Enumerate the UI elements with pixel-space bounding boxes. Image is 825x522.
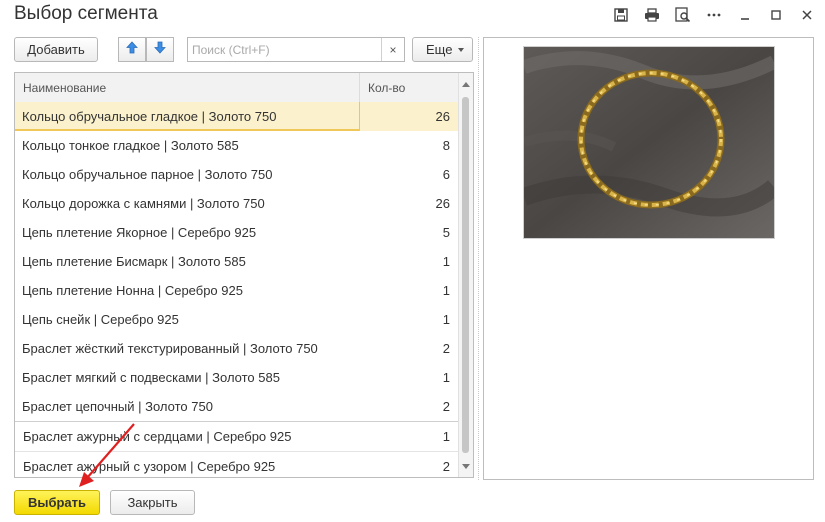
- search-input[interactable]: [190, 38, 381, 61]
- row-name: Цепь снейк | Серебро 925: [22, 312, 179, 327]
- more-menu-button[interactable]: Еще: [412, 37, 473, 62]
- minimize-icon[interactable]: [737, 7, 753, 23]
- column-header-name[interactable]: Наименование: [15, 73, 360, 102]
- more-menu-label: Еще: [426, 42, 453, 57]
- preview-panel: [483, 37, 814, 480]
- clear-search-button[interactable]: ×: [381, 38, 404, 61]
- table-row[interactable]: Кольцо дорожка с камнями | Золото 750 26: [15, 189, 460, 218]
- row-qty: 2: [442, 459, 450, 474]
- table-body: Кольцо обручальное гладкое | Золото 750 2…: [15, 102, 460, 477]
- table-row[interactable]: Браслет ажурный с сердцами | Серебро 925…: [15, 421, 460, 451]
- row-qty: 1: [442, 312, 450, 327]
- table-row[interactable]: Цепь плетение Якорное | Серебро 925 5: [15, 218, 460, 247]
- window-title: Выбор сегмента: [14, 3, 158, 24]
- row-name: Браслет жёсткий текстурированный | Золот…: [22, 341, 318, 356]
- splitter[interactable]: [478, 37, 479, 480]
- table-row[interactable]: Кольцо тонкое гладкое | Золото 585 8: [15, 131, 460, 160]
- table-row[interactable]: Кольцо обручальное парное | Золото 750 6: [15, 160, 460, 189]
- add-button[interactable]: Добавить: [14, 37, 98, 62]
- row-name: Браслет ажурный с сердцами | Серебро 925: [23, 429, 292, 444]
- row-name: Цепь плетение Нонна | Серебро 925: [22, 283, 243, 298]
- row-qty: 2: [442, 341, 450, 356]
- row-name: Кольцо дорожка с камнями | Золото 750: [22, 196, 265, 211]
- table-row[interactable]: Цепь плетение Бисмарк | Золото 585 1: [15, 247, 460, 276]
- row-name: Кольцо обручальное парное | Золото 750: [22, 167, 273, 182]
- row-qty: 2: [442, 399, 450, 414]
- table-header: Наименование Кол-во: [15, 73, 460, 103]
- table-row[interactable]: Браслет ажурный с узором | Серебро 925 2: [15, 451, 460, 477]
- maximize-icon[interactable]: [768, 7, 784, 23]
- row-qty: 1: [442, 429, 450, 444]
- row-qty: 6: [442, 167, 450, 182]
- row-qty: 26: [435, 109, 450, 124]
- table-row[interactable]: Браслет жёсткий текстурированный | Золот…: [15, 334, 460, 363]
- row-name: Цепь плетение Якорное | Серебро 925: [22, 225, 257, 240]
- row-qty: 1: [442, 283, 450, 298]
- preview-icon[interactable]: [675, 7, 691, 23]
- table-row[interactable]: Браслет цепочный | Золото 750 2: [15, 392, 460, 421]
- row-name: Цепь плетение Бисмарк | Золото 585: [22, 254, 246, 269]
- product-photo: [523, 46, 775, 239]
- print-icon[interactable]: [644, 7, 660, 23]
- scroll-up-icon[interactable]: [462, 82, 470, 87]
- row-name: Кольцо тонкое гладкое | Золото 585: [22, 138, 239, 153]
- save-icon[interactable]: [613, 7, 629, 23]
- row-name: Браслет цепочный | Золото 750: [22, 399, 213, 414]
- move-up-button[interactable]: [118, 37, 146, 62]
- row-name: Браслет ажурный с узором | Серебро 925: [23, 459, 276, 474]
- row-name: Кольцо обручальное гладкое | Золото 750: [15, 102, 360, 131]
- row-qty: 5: [442, 225, 450, 240]
- table-row[interactable]: Кольцо обручальное гладкое | Золото 750 2…: [15, 102, 460, 131]
- chevron-down-icon: [458, 47, 465, 52]
- scroll-thumb[interactable]: [462, 97, 469, 453]
- more-icon[interactable]: [706, 7, 722, 23]
- arrow-up-icon: [126, 40, 138, 59]
- move-down-button[interactable]: [146, 37, 174, 62]
- close-button[interactable]: Закрыть: [110, 490, 195, 515]
- select-button[interactable]: Выбрать: [14, 490, 100, 515]
- table-row[interactable]: Цепь плетение Нонна | Серебро 925 1: [15, 276, 460, 305]
- search-field: ×: [187, 37, 405, 62]
- segment-table: Наименование Кол-во Кольцо обручальное г…: [14, 72, 474, 478]
- row-name: Браслет мягкий с подвесками | Золото 585: [22, 370, 280, 385]
- row-qty: 8: [442, 138, 450, 153]
- arrow-down-icon: [154, 41, 166, 59]
- window-controls: [598, 6, 815, 24]
- column-header-qty[interactable]: Кол-во: [360, 73, 460, 102]
- table-row[interactable]: Цепь снейк | Серебро 925 1: [15, 305, 460, 334]
- row-qty: 1: [442, 370, 450, 385]
- close-icon[interactable]: [799, 7, 815, 23]
- row-qty: 1: [442, 254, 450, 269]
- table-row[interactable]: Браслет мягкий с подвесками | Золото 585…: [15, 363, 460, 392]
- vertical-scrollbar[interactable]: [458, 73, 473, 477]
- scroll-down-icon[interactable]: [462, 464, 470, 469]
- row-qty: 26: [435, 196, 450, 211]
